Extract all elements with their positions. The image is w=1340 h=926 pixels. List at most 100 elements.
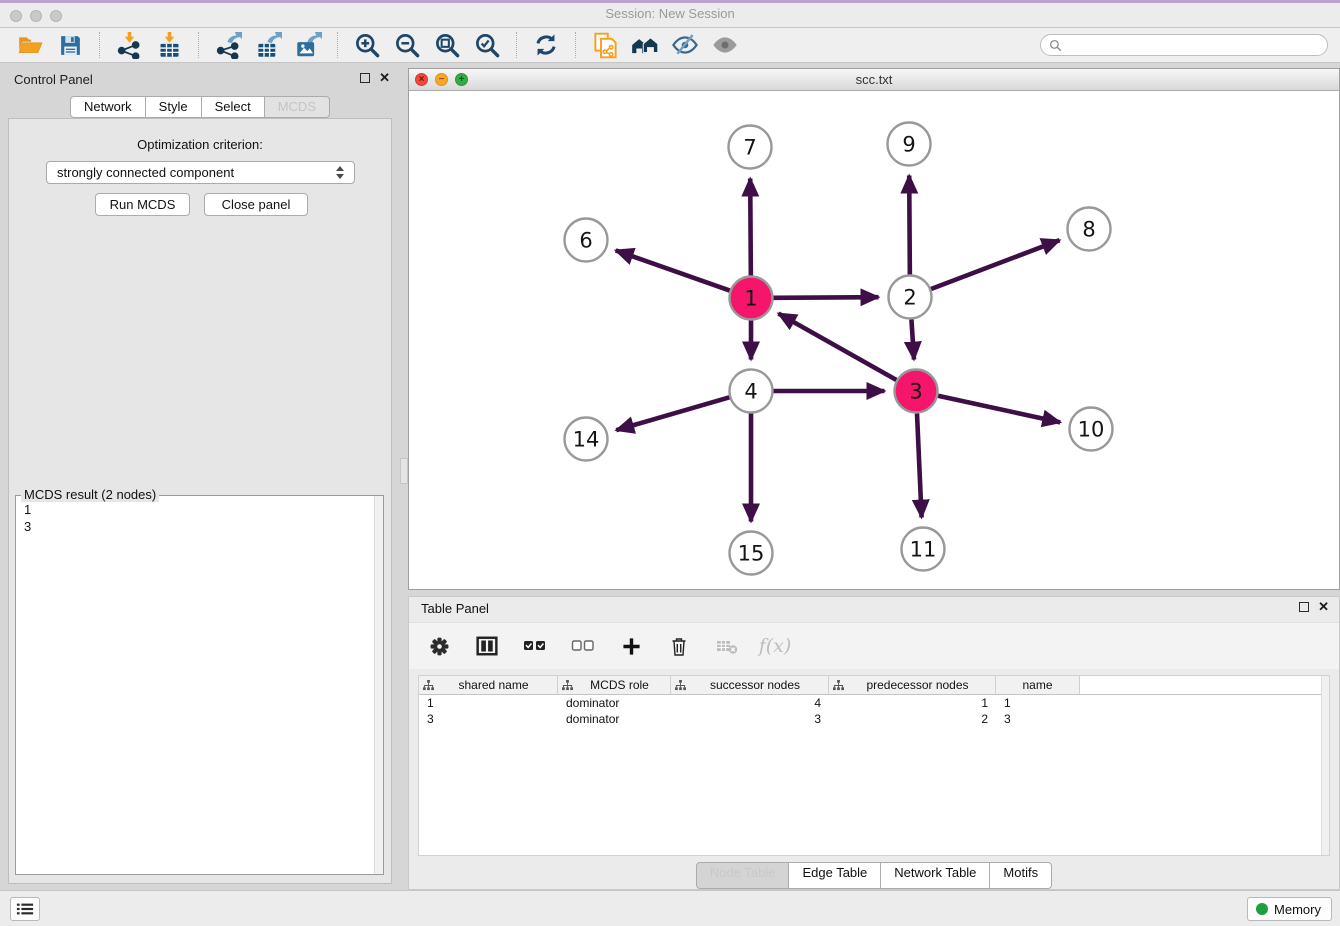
- table-cell[interactable]: 3: [671, 712, 829, 726]
- graph-node-4[interactable]: 4: [730, 370, 773, 413]
- network-documents-icon[interactable]: [589, 30, 621, 60]
- splitter-handle[interactable]: [400, 458, 408, 484]
- tab-node-table[interactable]: Node Table: [696, 862, 790, 889]
- table-cell[interactable]: 1: [829, 696, 996, 710]
- minimize-network-icon[interactable]: −: [435, 73, 448, 86]
- table-toolbar: f(x): [409, 622, 1339, 669]
- eye-slash-icon[interactable]: [669, 30, 701, 60]
- graph-edge-1-7[interactable]: [750, 178, 751, 275]
- homes-icon[interactable]: [629, 30, 661, 60]
- graph-edge-3-10[interactable]: [938, 396, 1060, 423]
- tab-network[interactable]: Network: [70, 96, 146, 118]
- graph-node-11[interactable]: 11: [902, 528, 945, 571]
- export-network-icon[interactable]: [212, 30, 244, 60]
- table-cell[interactable]: dominator: [558, 696, 671, 710]
- column-header-name[interactable]: name: [996, 676, 1080, 695]
- column-header-shared-name[interactable]: shared name: [419, 676, 558, 695]
- graph-node-14[interactable]: 14: [565, 418, 608, 461]
- search-input[interactable]: [1066, 36, 1327, 54]
- optimization-criterion-label: Optimization criterion:: [9, 137, 391, 152]
- eye-icon[interactable]: [709, 30, 741, 60]
- table-body: 1dominator4113dominator323: [419, 695, 1329, 727]
- panel-splitter[interactable]: [400, 62, 408, 890]
- svg-text:10: 10: [1078, 418, 1105, 442]
- tab-edge-table[interactable]: Edge Table: [789, 862, 881, 889]
- table-cell[interactable]: 3: [419, 712, 558, 726]
- graph-node-2[interactable]: 2: [889, 276, 932, 319]
- column-header-mcds-role[interactable]: MCDS role: [558, 676, 671, 695]
- table-cell[interactable]: 1: [419, 696, 558, 710]
- graph-node-3[interactable]: 3: [895, 370, 938, 413]
- deselect-all-icon[interactable]: [571, 634, 595, 658]
- table-cell[interactable]: dominator: [558, 712, 671, 726]
- table-cell[interactable]: 1: [996, 696, 1080, 710]
- zoom-selected-icon[interactable]: [471, 30, 503, 60]
- graph-edge-1-6[interactable]: [616, 250, 730, 290]
- tab-mcds[interactable]: MCDS: [265, 96, 330, 118]
- close-panel-icon[interactable]: ✕: [379, 73, 390, 83]
- graph-node-6[interactable]: 6: [565, 219, 608, 262]
- tab-select[interactable]: Select: [202, 96, 265, 118]
- delete-row-icon[interactable]: [667, 634, 691, 658]
- tab-network-table[interactable]: Network Table: [881, 862, 990, 889]
- import-table-icon[interactable]: [153, 30, 185, 60]
- graph-node-9[interactable]: 9: [888, 123, 931, 166]
- table-panel-title: Table Panel: [421, 601, 489, 616]
- graph-edge-2-8[interactable]: [931, 240, 1060, 289]
- network-canvas[interactable]: 1 2 3 4 6 7 8 9 10 11 14 15: [409, 91, 1339, 589]
- network-window-titlebar[interactable]: × − + scc.txt: [409, 69, 1339, 91]
- graph-node-10[interactable]: 10: [1070, 408, 1113, 451]
- svg-text:8: 8: [1082, 218, 1095, 242]
- table-cell[interactable]: 2: [829, 712, 996, 726]
- gear-icon[interactable]: [427, 634, 451, 658]
- main-titlebar[interactable]: Session: New Session: [0, 0, 1340, 28]
- float-table-panel-icon[interactable]: [1299, 602, 1309, 612]
- svg-text:2: 2: [903, 286, 916, 310]
- run-mcds-button[interactable]: Run MCDS: [95, 193, 190, 216]
- show-columns-icon[interactable]: [475, 634, 499, 658]
- zoom-out-icon[interactable]: [391, 30, 423, 60]
- destroy-table-icon[interactable]: [715, 634, 739, 658]
- export-image-icon[interactable]: [292, 30, 324, 60]
- graph-node-15[interactable]: 15: [730, 532, 773, 575]
- table-scrollbar[interactable]: [1321, 676, 1329, 855]
- zoom-in-icon[interactable]: [351, 30, 383, 60]
- table-row-1: 1dominator411: [419, 695, 1329, 711]
- maximize-network-icon[interactable]: +: [455, 73, 468, 86]
- column-header-predecessor-nodes[interactable]: predecessor nodes: [829, 676, 996, 695]
- close-panel-button[interactable]: Close panel: [204, 193, 308, 216]
- control-panel-tabs: NetworkStyleSelectMCDS: [0, 96, 400, 118]
- graph-node-8[interactable]: 8: [1068, 208, 1111, 251]
- table-cell[interactable]: 3: [996, 712, 1080, 726]
- select-all-icon[interactable]: [523, 634, 547, 658]
- criterion-dropdown[interactable]: strongly connected component: [46, 161, 355, 184]
- memory-button[interactable]: Memory: [1247, 897, 1332, 921]
- table-cell[interactable]: 4: [671, 696, 829, 710]
- zoom-fit-icon[interactable]: [431, 30, 463, 60]
- graph-edge-4-14[interactable]: [616, 397, 729, 430]
- close-network-icon[interactable]: ×: [415, 73, 428, 86]
- add-row-icon[interactable]: [619, 634, 643, 658]
- tab-style[interactable]: Style: [146, 96, 202, 118]
- save-session-icon[interactable]: [54, 30, 86, 60]
- float-panel-icon[interactable]: [360, 73, 370, 83]
- graph-edge-3-1[interactable]: [778, 313, 896, 379]
- mcds-result-box[interactable]: MCDS result (2 nodes) 13: [15, 495, 384, 875]
- graph-node-1[interactable]: 1: [730, 277, 773, 320]
- graph-edge-2-3[interactable]: [911, 319, 914, 359]
- function-builder-icon[interactable]: f(x): [763, 634, 787, 658]
- graph-edge-1-2[interactable]: [773, 297, 878, 298]
- refresh-icon[interactable]: [530, 30, 562, 60]
- column-header-successor-nodes[interactable]: successor nodes: [671, 676, 829, 695]
- graph-edge-2-9[interactable]: [909, 175, 910, 274]
- export-table-icon[interactable]: [252, 30, 284, 60]
- open-session-icon[interactable]: [14, 30, 46, 60]
- graph-node-7[interactable]: 7: [729, 126, 772, 169]
- control-panel-header: Control Panel ✕: [0, 68, 400, 94]
- result-scrollbar[interactable]: [374, 496, 383, 874]
- graph-edge-3-11[interactable]: [917, 413, 922, 517]
- close-table-panel-icon[interactable]: ✕: [1318, 602, 1329, 612]
- task-history-button[interactable]: [10, 897, 40, 921]
- tab-motifs[interactable]: Motifs: [990, 862, 1052, 889]
- import-network-icon[interactable]: [113, 30, 145, 60]
